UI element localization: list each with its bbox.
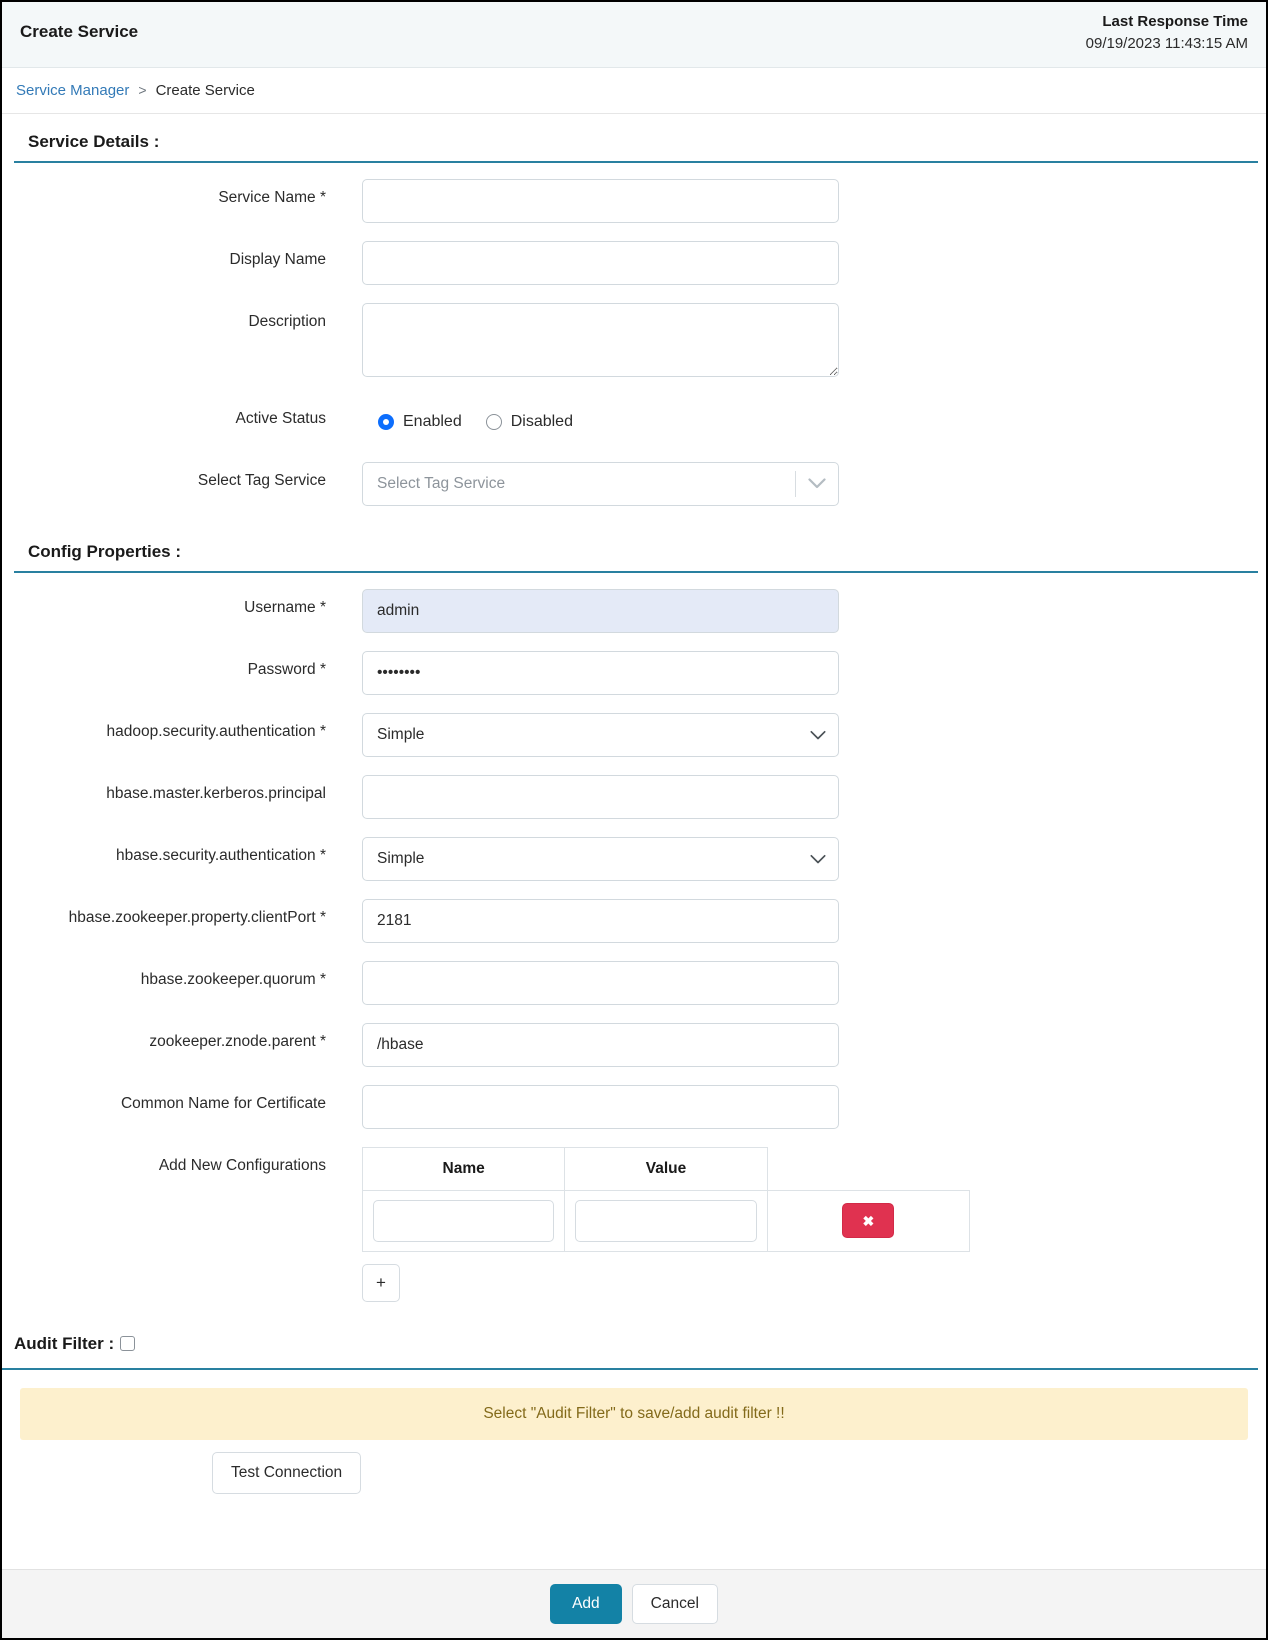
username-input[interactable]: [362, 589, 839, 633]
breadcrumb-current: Create Service: [156, 82, 255, 99]
table-row: ✖: [363, 1190, 970, 1251]
description-textarea[interactable]: [362, 303, 839, 377]
last-response-time-label: Last Response Time: [1086, 12, 1248, 32]
field-row-hbase-zookeeper-quorum: hbase.zookeeper.quorum *: [2, 961, 1266, 1005]
field-row-hbase-security-authentication: hbase.security.authentication * Simple: [2, 837, 1266, 881]
audit-filter-warning: Select "Audit Filter" to save/add audit …: [20, 1388, 1248, 1440]
config-properties-fields: Username * Password * hadoop.security.au…: [2, 573, 1266, 1302]
warning-wrapper: Select "Audit Filter" to save/add audit …: [2, 1370, 1266, 1440]
common-name-for-certificate-label: Common Name for Certificate: [2, 1085, 362, 1114]
hbase-security-authentication-select[interactable]: Simple: [362, 837, 839, 881]
active-status-enabled-label: Enabled: [403, 413, 462, 431]
active-status-disabled-label: Disabled: [511, 413, 573, 431]
password-input[interactable]: [362, 651, 839, 695]
cell-name: [363, 1190, 565, 1251]
last-response-time-value: 09/19/2023 11:43:15 AM: [1086, 34, 1248, 54]
test-connection-wrapper: Test Connection: [2, 1440, 1266, 1508]
hbase-master-kerberos-principal-label: hbase.master.kerberos.principal: [2, 775, 362, 804]
table-header-row: Name Value: [363, 1147, 970, 1190]
service-details-fields: Service Name * Display Name Description …: [2, 163, 1266, 506]
hbase-zookeeper-quorum-label: hbase.zookeeper.quorum *: [2, 961, 362, 990]
field-row-service-name: Service Name *: [2, 179, 1266, 223]
chevron-right-icon: >: [138, 82, 146, 98]
add-button[interactable]: Add: [550, 1584, 622, 1624]
column-header-name: Name: [363, 1147, 565, 1190]
active-status-disabled-radio[interactable]: Disabled: [486, 413, 573, 431]
field-row-common-name-for-certificate: Common Name for Certificate: [2, 1085, 1266, 1129]
cancel-button[interactable]: Cancel: [632, 1584, 718, 1624]
display-name-input[interactable]: [362, 241, 839, 285]
display-name-label: Display Name: [2, 241, 362, 270]
form-body: Service Details : Service Name * Display…: [2, 114, 1266, 1570]
audit-filter-label: Audit Filter :: [14, 1334, 114, 1354]
field-row-hbase-master-kerberos-principal: hbase.master.kerberos.principal: [2, 775, 1266, 819]
page-title: Create Service: [20, 22, 138, 42]
field-row-add-new-configurations: Add New Configurations Name Value: [2, 1147, 1266, 1302]
hbase-security-authentication-label: hbase.security.authentication *: [2, 837, 362, 866]
select-tag-service-dropdown[interactable]: Select Tag Service: [362, 462, 839, 506]
cell-value: [565, 1190, 767, 1251]
hbase-zookeeper-quorum-input[interactable]: [362, 961, 839, 1005]
radio-unselected-icon: [486, 414, 502, 430]
zookeeper-znode-parent-input[interactable]: [362, 1023, 839, 1067]
chevron-down-icon[interactable]: [796, 463, 838, 505]
service-name-input[interactable]: [362, 179, 839, 223]
breadcrumb-service-manager-link[interactable]: Service Manager: [16, 82, 129, 99]
username-label: Username *: [2, 589, 362, 618]
add-new-configurations-table: Name Value: [362, 1147, 970, 1252]
section-config-properties-heading: Config Properties :: [14, 524, 1258, 573]
field-row-username: Username *: [2, 589, 1266, 633]
password-label: Password *: [2, 651, 362, 680]
hbase-zookeeper-property-clientport-label: hbase.zookeeper.property.clientPort *: [2, 899, 362, 928]
cell-actions: ✖: [767, 1190, 969, 1251]
app-header: Create Service Last Response Time 09/19/…: [2, 2, 1266, 68]
hadoop-security-authentication-select[interactable]: Simple: [362, 713, 839, 757]
field-row-display-name: Display Name: [2, 241, 1266, 285]
form-footer: Add Cancel: [2, 1569, 1266, 1638]
add-config-row-button[interactable]: +: [362, 1264, 400, 1302]
field-row-password: Password *: [2, 651, 1266, 695]
create-service-page: Create Service Last Response Time 09/19/…: [0, 0, 1268, 1640]
add-new-configurations-label: Add New Configurations: [2, 1147, 362, 1176]
radio-selected-icon: [378, 414, 394, 430]
select-tag-service-label: Select Tag Service: [2, 462, 362, 491]
service-name-label: Service Name *: [2, 179, 362, 208]
hbase-master-kerberos-principal-input[interactable]: [362, 775, 839, 819]
hbase-zookeeper-property-clientport-input[interactable]: [362, 899, 839, 943]
description-label: Description: [2, 303, 362, 332]
select-tag-service-placeholder: Select Tag Service: [363, 475, 795, 493]
field-row-description: Description: [2, 303, 1266, 382]
common-name-for-certificate-input[interactable]: [362, 1085, 839, 1129]
hadoop-security-authentication-label: hadoop.security.authentication *: [2, 713, 362, 742]
audit-filter-row: Audit Filter :: [2, 1320, 1258, 1370]
breadcrumb: Service Manager > Create Service: [2, 68, 1266, 114]
field-row-select-tag-service: Select Tag Service Select Tag Service: [2, 462, 1266, 506]
section-service-details-heading: Service Details :: [14, 114, 1258, 163]
test-connection-button[interactable]: Test Connection: [212, 1452, 361, 1494]
audit-filter-checkbox[interactable]: [120, 1336, 135, 1351]
column-header-value: Value: [565, 1147, 767, 1190]
zookeeper-znode-parent-label: zookeeper.znode.parent *: [2, 1023, 362, 1052]
last-response-time-block: Last Response Time 09/19/2023 11:43:15 A…: [1086, 12, 1248, 55]
active-status-label: Active Status: [2, 400, 362, 429]
field-row-hadoop-security-authentication: hadoop.security.authentication * Simple: [2, 713, 1266, 757]
field-row-zookeeper-znode-parent: zookeeper.znode.parent *: [2, 1023, 1266, 1067]
delete-config-row-button[interactable]: ✖: [842, 1203, 894, 1238]
field-row-active-status: Active Status Enabled Disabled: [2, 400, 1266, 444]
config-name-input[interactable]: [373, 1200, 554, 1242]
active-status-enabled-radio[interactable]: Enabled: [378, 413, 462, 431]
field-row-hbase-zookeeper-property-clientport: hbase.zookeeper.property.clientPort *: [2, 899, 1266, 943]
config-value-input[interactable]: [575, 1200, 756, 1242]
